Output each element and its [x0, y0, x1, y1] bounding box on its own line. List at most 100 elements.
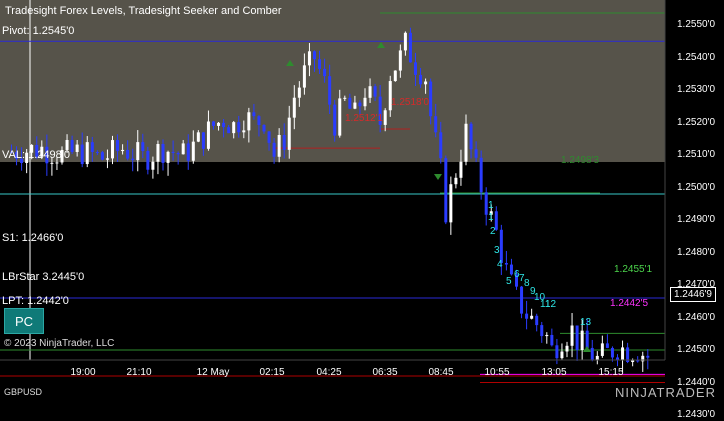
- candle-body: [328, 76, 332, 105]
- candle-body: [580, 330, 584, 350]
- candle-body: [267, 131, 271, 143]
- candle-body: [590, 347, 594, 361]
- candle-body: [262, 124, 266, 132]
- y-tick-label: 1.2520'0: [677, 116, 716, 128]
- x-tick-label: 13:05: [541, 367, 567, 378]
- candle-body: [610, 347, 614, 358]
- candle-body: [338, 98, 342, 136]
- candle-body: [535, 315, 539, 326]
- y-tick-label: 1.2430'0: [677, 409, 716, 420]
- candle-body: [605, 343, 609, 348]
- red-high-annotation: 1.2518'0: [391, 97, 430, 108]
- candle-body: [373, 86, 377, 97]
- ninjatrader-logo: NINJATRADER: [614, 385, 716, 400]
- x-tick-label: 12 May: [196, 367, 230, 378]
- y-tick-label: 1.2490'0: [677, 214, 716, 225]
- candle-body: [621, 347, 625, 360]
- pivot-label: Pivot: 1.2545'0: [2, 25, 75, 37]
- candle-body: [525, 313, 529, 319]
- x-tick-label: 06:35: [372, 367, 398, 378]
- candle-body: [403, 32, 407, 51]
- candle-body: [227, 127, 231, 134]
- candle-body: [439, 132, 443, 159]
- pc-button[interactable]: PC: [4, 308, 44, 334]
- candle-body: [297, 87, 301, 98]
- red-mid-annotation: 1.2512'1: [345, 113, 384, 124]
- x-tick-label: 19:00: [70, 367, 96, 378]
- candle-body: [419, 74, 423, 85]
- y-tick-label: 1.2460'0: [677, 311, 716, 323]
- candle-body: [545, 334, 549, 337]
- candle-body: [641, 355, 645, 362]
- candle-body: [186, 143, 190, 161]
- candle-body: [237, 122, 241, 133]
- y-tick-label: 1.2540'0: [677, 51, 716, 63]
- overlap-label: LBrStar 3.2445'0: [2, 271, 85, 283]
- candle-body: [55, 162, 59, 164]
- x-tick-label: 02:15: [259, 367, 285, 378]
- candle-body: [191, 141, 195, 161]
- candle-body: [575, 325, 579, 350]
- lpt-label: LPT: 1.2442'0: [2, 295, 69, 307]
- candle-body: [550, 334, 554, 346]
- candle-body: [212, 121, 215, 126]
- current-price-tag: 1.2446'9: [669, 287, 716, 302]
- candle-body: [70, 139, 74, 152]
- candle-body: [131, 158, 135, 161]
- candle-body: [136, 142, 140, 161]
- candle-body: [307, 51, 311, 66]
- candle-body: [504, 262, 508, 265]
- candle-body: [585, 330, 589, 348]
- candle-body: [282, 134, 286, 150]
- candle-body: [368, 86, 372, 98]
- value-area-band: [0, 0, 665, 162]
- candle-body: [217, 122, 221, 126]
- candle-body: [434, 116, 438, 133]
- x-tick-label: 04:25: [316, 367, 342, 378]
- candle-body: [166, 151, 170, 163]
- candle-body: [646, 355, 650, 358]
- candle-body: [302, 65, 306, 88]
- candle-body: [161, 143, 165, 163]
- candle-body: [474, 149, 478, 158]
- candle-body: [636, 360, 640, 362]
- candle-body: [90, 142, 94, 152]
- candle-body: [95, 151, 99, 153]
- candle-body: [560, 351, 564, 359]
- x-tick-label: 08:45: [428, 367, 454, 378]
- candle-body: [111, 140, 114, 159]
- candle-body: [313, 51, 316, 60]
- candle-body: [353, 102, 357, 109]
- candle-body: [116, 140, 120, 152]
- candle-body: [85, 142, 89, 165]
- candle-body: [196, 132, 200, 142]
- seq-number: 8: [524, 278, 530, 289]
- seq-number: 2: [490, 226, 496, 237]
- candle-body: [464, 123, 468, 162]
- candle-body: [444, 158, 448, 223]
- s1-label: S1: 1.2466'0: [2, 232, 64, 244]
- candle-body: [257, 116, 261, 125]
- candle-body: [105, 158, 109, 160]
- candle-body: [126, 149, 130, 159]
- candle-body: [520, 286, 524, 314]
- green-right-annotation: 1.2455'1: [614, 264, 653, 275]
- candle-body: [247, 112, 251, 131]
- copyright: © 2023 NinjaTrader, LLC: [4, 338, 115, 349]
- candle-body: [358, 102, 362, 107]
- candle-body: [333, 104, 337, 136]
- candle-body: [383, 110, 387, 125]
- candle-body: [277, 134, 281, 157]
- candle-body: [459, 161, 463, 178]
- seq-number: 4: [497, 259, 503, 270]
- candle-body: [146, 151, 150, 170]
- candle-body: [343, 97, 347, 99]
- seq-number: 13: [580, 317, 592, 328]
- candle-body: [151, 161, 155, 170]
- seq-number: 5: [506, 276, 512, 287]
- candle-body: [540, 325, 544, 337]
- window-title: Tradesight Forex Levels, Tradesight Seek…: [5, 5, 282, 17]
- candle-body: [479, 157, 483, 193]
- candle-body: [156, 143, 160, 162]
- candle-body: [530, 315, 534, 319]
